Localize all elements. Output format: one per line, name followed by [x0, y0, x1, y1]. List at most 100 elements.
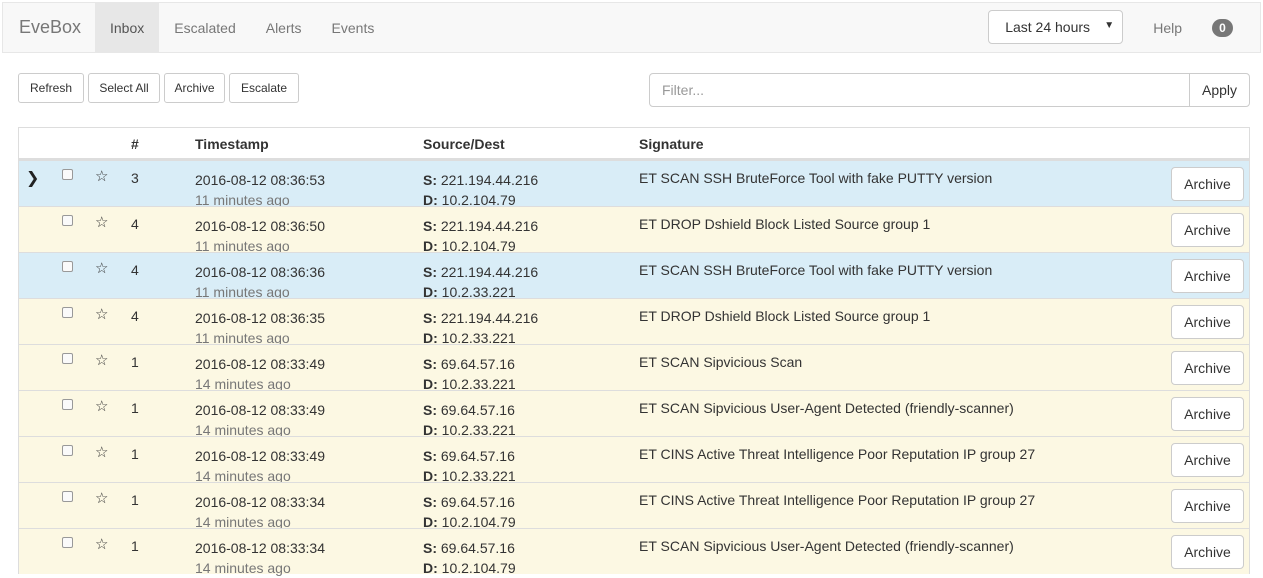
help-link[interactable]: Help: [1123, 3, 1197, 52]
source-label: S:: [423, 218, 437, 234]
timestamp: 2016-08-12 08:33:49: [195, 402, 325, 418]
source-ip: 69.64.57.16: [440, 448, 515, 464]
signature: ET DROP Dshield Block Listed Source grou…: [639, 308, 931, 324]
row-checkbox[interactable]: [62, 261, 73, 272]
star-icon[interactable]: ☆: [95, 443, 108, 461]
row-archive-button[interactable]: Archive: [1171, 167, 1244, 201]
source-ip: 69.64.57.16: [440, 494, 515, 510]
header-signature[interactable]: Signature: [639, 136, 704, 152]
row-checkbox[interactable]: [62, 445, 73, 456]
source-label: S:: [423, 264, 437, 280]
event-count: 1: [131, 446, 139, 462]
row-archive-button[interactable]: Archive: [1171, 397, 1244, 431]
row-checkbox[interactable]: [62, 537, 73, 548]
timestamp-cell: 2016-08-12 08:33:49 14 minutes ago: [195, 446, 325, 486]
event-count: 3: [131, 170, 139, 186]
table-row[interactable]: ☆ 1 2016-08-12 08:33:34 14 minutes ago S: 69…: [19, 528, 1249, 576]
escalate-button[interactable]: Escalate: [229, 73, 299, 103]
row-checkbox[interactable]: [62, 353, 73, 364]
select-all-button[interactable]: Select All: [88, 73, 160, 103]
timestamp-cell: 2016-08-12 08:36:35 11 minutes ago: [195, 308, 325, 348]
timestamp-cell: 2016-08-12 08:36:36 11 minutes ago: [195, 262, 325, 302]
timestamp: 2016-08-12 08:36:50: [195, 218, 325, 234]
event-count: 4: [131, 308, 139, 324]
dest-ip: 10.2.104.79: [441, 560, 516, 576]
row-archive-button[interactable]: Archive: [1171, 443, 1244, 477]
timestamp-cell: 2016-08-12 08:33:34 14 minutes ago: [195, 492, 325, 532]
star-icon[interactable]: ☆: [95, 489, 108, 507]
event-count: 1: [131, 400, 139, 416]
source-label: S:: [423, 540, 437, 556]
table-row[interactable]: ☆ 4 2016-08-12 08:36:50 11 minutes ago S: 22…: [19, 206, 1249, 254]
row-archive-button[interactable]: Archive: [1171, 213, 1244, 247]
timestamp-cell: 2016-08-12 08:36:53 11 minutes ago: [195, 170, 325, 210]
star-icon[interactable]: ☆: [95, 305, 108, 323]
source-dest-cell: S: 69.64.57.16 D: 10.2.104.79: [423, 538, 516, 578]
table-header: # Timestamp Source/Dest Signature: [19, 128, 1249, 160]
signature: ET SCAN SSH BruteForce Tool with fake PU…: [639, 170, 993, 186]
timestamp-cell: 2016-08-12 08:33:49 14 minutes ago: [195, 400, 325, 440]
time-range-value: Last 24 hours: [1005, 19, 1091, 35]
timestamp: 2016-08-12 08:33:49: [195, 356, 325, 372]
timestamp-cell: 2016-08-12 08:36:50 11 minutes ago: [195, 216, 325, 256]
table-row[interactable]: ☆ 1 2016-08-12 08:33:49 14 minutes ago S: 69…: [19, 390, 1249, 438]
header-source-dest[interactable]: Source/Dest: [423, 136, 505, 152]
row-archive-button[interactable]: Archive: [1171, 489, 1244, 523]
nav-inbox[interactable]: Inbox: [95, 3, 160, 52]
nav-alerts[interactable]: Alerts: [251, 3, 317, 52]
table-row[interactable]: ❯ ☆ 3 2016-08-12 08:36:53 11 minutes ago S: 2…: [19, 160, 1249, 208]
event-count: 4: [131, 262, 139, 278]
notification-badge-wrap[interactable]: 0: [1197, 3, 1260, 52]
row-archive-button[interactable]: Archive: [1171, 351, 1244, 385]
star-icon[interactable]: ☆: [95, 535, 108, 553]
table-row[interactable]: ☆ 1 2016-08-12 08:33:34 14 minutes ago S: 69…: [19, 482, 1249, 530]
table-row[interactable]: ☆ 1 2016-08-12 08:33:49 14 minutes ago S: 69…: [19, 436, 1249, 484]
event-count: 1: [131, 492, 139, 508]
table-row[interactable]: ☆ 4 2016-08-12 08:36:36 11 minutes ago S: 22…: [19, 252, 1249, 300]
row-checkbox[interactable]: [62, 169, 73, 180]
row-checkbox[interactable]: [62, 215, 73, 226]
row-archive-button[interactable]: Archive: [1171, 259, 1244, 293]
row-checkbox[interactable]: [62, 307, 73, 318]
source-ip: 221.194.44.216: [440, 172, 539, 188]
source-dest-cell: S: 69.64.57.16 D: 10.2.33.221: [423, 354, 516, 394]
star-icon[interactable]: ☆: [95, 397, 108, 415]
source-label: S:: [423, 494, 437, 510]
header-timestamp[interactable]: Timestamp: [195, 136, 269, 152]
source-label: S:: [423, 448, 437, 464]
apply-button[interactable]: Apply: [1189, 73, 1250, 107]
row-checkbox[interactable]: [62, 399, 73, 410]
nav-escalated[interactable]: Escalated: [159, 3, 250, 52]
timestamp: 2016-08-12 08:36:53: [195, 172, 325, 188]
filter-input[interactable]: Filter...: [649, 73, 1190, 107]
signature: ET SCAN Sipvicious User-Agent Detected (…: [639, 400, 1014, 416]
nav-events[interactable]: Events: [317, 3, 390, 52]
row-archive-button[interactable]: Archive: [1171, 305, 1244, 339]
timestamp: 2016-08-12 08:36:35: [195, 310, 325, 326]
chevron-right-icon[interactable]: ❯: [26, 168, 39, 188]
source-ip: 69.64.57.16: [440, 356, 515, 372]
star-icon[interactable]: ☆: [95, 167, 108, 185]
table-row[interactable]: ☆ 1 2016-08-12 08:33:49 14 minutes ago S: 69…: [19, 344, 1249, 392]
source-label: S:: [423, 310, 437, 326]
archive-all-button[interactable]: Archive: [164, 73, 225, 103]
row-checkbox[interactable]: [62, 491, 73, 502]
source-dest-cell: S: 221.194.44.216 D: 10.2.33.221: [423, 262, 538, 302]
time-range-select[interactable]: Last 24 hours ▼: [988, 10, 1124, 44]
timestamp: 2016-08-12 08:36:36: [195, 264, 325, 280]
source-ip: 221.194.44.216: [440, 310, 539, 326]
star-icon[interactable]: ☆: [95, 213, 108, 231]
signature: ET SCAN Sipvicious User-Agent Detected (…: [639, 538, 1014, 554]
brand-logo[interactable]: EveBox: [3, 3, 95, 52]
refresh-button[interactable]: Refresh: [18, 73, 84, 103]
star-icon[interactable]: ☆: [95, 351, 108, 369]
star-icon[interactable]: ☆: [95, 259, 108, 277]
relative-time: 14 minutes ago: [195, 560, 291, 576]
source-label: S:: [423, 172, 437, 188]
source-dest-cell: S: 69.64.57.16 D: 10.2.33.221: [423, 446, 516, 486]
table-row[interactable]: ☆ 4 2016-08-12 08:36:35 11 minutes ago S: 22…: [19, 298, 1249, 346]
timestamp-cell: 2016-08-12 08:33:34 14 minutes ago: [195, 538, 325, 578]
row-archive-button[interactable]: Archive: [1171, 535, 1244, 569]
source-dest-cell: S: 221.194.44.216 D: 10.2.104.79: [423, 216, 538, 256]
